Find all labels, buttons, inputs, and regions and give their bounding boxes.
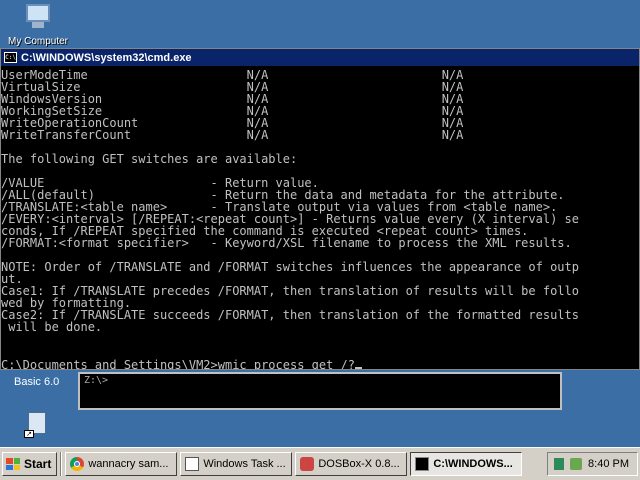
dosbox-prompt: Z:\> (84, 375, 109, 386)
system-tray: 8:40 PM (547, 452, 638, 476)
my-computer-label: My Computer (8, 36, 69, 47)
console-line: WriteTransferCount N/A N/A (1, 128, 464, 142)
dosbox-icon (300, 457, 315, 471)
dosbox-window-label: Basic 6.0 (14, 376, 60, 388)
cmd-window-title: C:\WINDOWS\system32\cmd.exe (21, 51, 192, 64)
clock[interactable]: 8:40 PM (588, 458, 629, 470)
console-line: NOTE: Order of /TRANSLATE and /FORMAT sw… (1, 260, 579, 274)
windows-flag-icon (6, 458, 20, 470)
taskbar: Start wannacry sam... Windows Task ... DOS… (0, 447, 640, 480)
safely-remove-icon[interactable] (570, 458, 583, 470)
taskbar-button-label: C:\WINDOWS... (433, 458, 513, 470)
task-manager-icon (185, 457, 200, 471)
prompt-text: C:\Documents and Settings\VM2>wmic proce… (1, 358, 356, 369)
chrome-icon (70, 457, 85, 471)
console-line: will be done. (1, 320, 103, 334)
command-prompt-line[interactable]: C:\Documents and Settings\VM2>wmic proce… (1, 357, 639, 369)
task-list: wannacry sam... Windows Task ... DOSBox-X … (65, 452, 525, 476)
taskbar-button-chrome[interactable]: wannacry sam... (65, 452, 178, 476)
cmd-icon (415, 457, 430, 471)
start-label: Start (24, 457, 52, 471)
text-cursor (355, 367, 363, 369)
recycle-bin-icon[interactable]: ↗ (22, 406, 54, 438)
taskbar-button-task-manager[interactable]: Windows Task ... (180, 452, 293, 476)
taskbar-button-dosbox[interactable]: DOSBox-X 0.8... (295, 452, 408, 476)
cmd-window[interactable]: C:\ C:\WINDOWS\system32\cmd.exe UserMode… (0, 48, 640, 370)
console-text: UserModeTime N/A N/A VirtualSize N/A N/A… (1, 67, 639, 357)
my-computer-desktop-icon[interactable]: My Computer (8, 2, 68, 47)
console-line: /FORMAT:<format specifier> - Keyword/XSL… (1, 236, 572, 250)
console-output[interactable]: UserModeTime N/A N/A VirtualSize N/A N/A… (1, 67, 639, 369)
taskbar-button-cmd[interactable]: C:\WINDOWS... (410, 452, 523, 476)
taskbar-separator (60, 452, 63, 476)
console-line: The following GET switches are available… (1, 152, 298, 166)
taskbar-button-label: DOSBox-X 0.8... (318, 458, 400, 470)
start-button[interactable]: Start (2, 452, 58, 476)
cmd-titlebar[interactable]: C:\ C:\WINDOWS\system32\cmd.exe (1, 49, 639, 66)
network-icon[interactable] (554, 458, 565, 470)
computer-icon (22, 2, 54, 32)
cmd-icon[interactable]: C:\ (4, 52, 17, 63)
taskbar-button-label: wannacry sam... (88, 458, 169, 470)
dosbox-window[interactable]: Z:\> (78, 372, 562, 410)
taskbar-button-label: Windows Task ... (203, 458, 286, 470)
